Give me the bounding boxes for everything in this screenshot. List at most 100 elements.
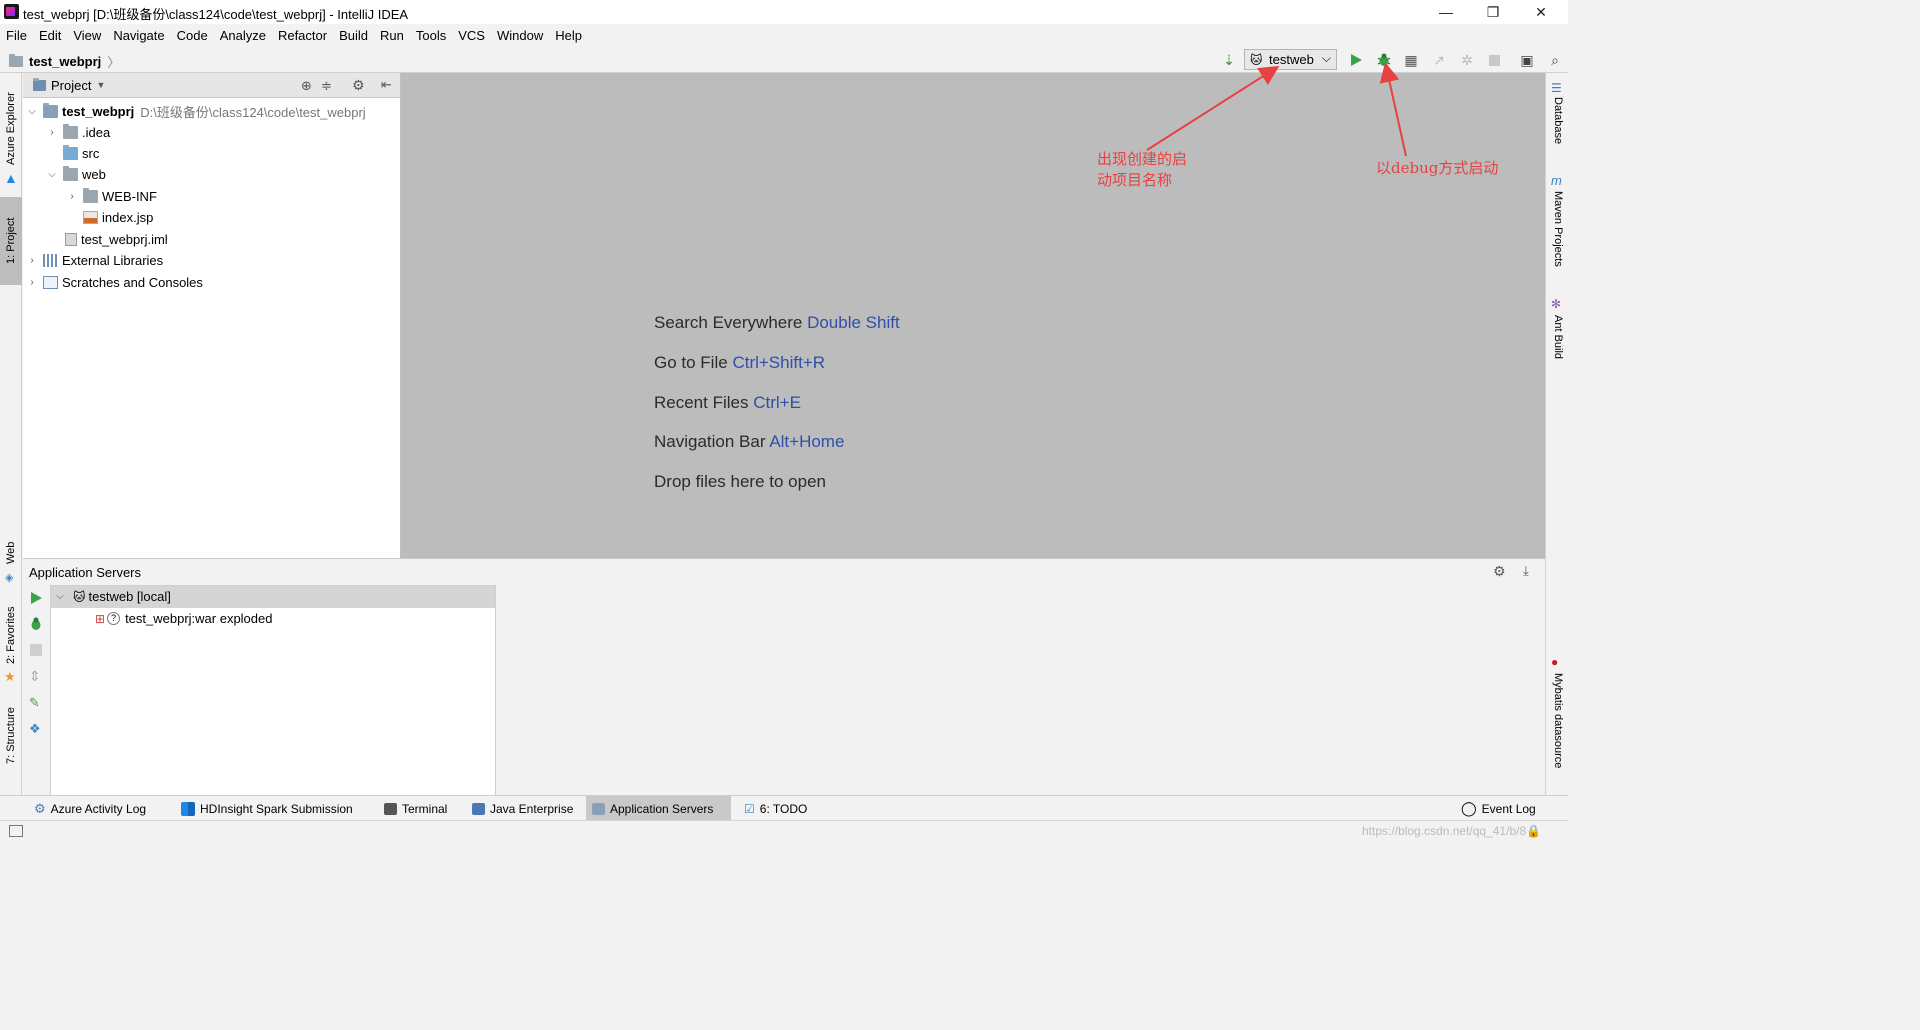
tree-item-label: WEB-INF (102, 189, 157, 204)
collapsed-chevron-icon[interactable]: › (45, 127, 59, 138)
tab-java-enterprise[interactable]: Java Enterprise (466, 796, 579, 821)
menu-vcs[interactable]: VCS (458, 28, 485, 43)
gear-icon[interactable]: ⚙ (352, 77, 365, 94)
run-triangle-icon (31, 592, 42, 604)
tree-item-src[interactable]: src (45, 143, 99, 164)
artifact-icon[interactable]: ❖ (29, 721, 41, 737)
menu-analyze[interactable]: Analyze (220, 28, 266, 43)
tab-structure[interactable]: 7: Structure (2, 701, 20, 771)
menu-edit[interactable]: Edit (39, 28, 61, 43)
hint-navigation-bar: Navigation Bar Alt+Home (654, 432, 845, 451)
close-button[interactable]: ✕ (1518, 0, 1564, 24)
locate-target-icon[interactable]: ⊕ (301, 78, 312, 94)
tab-azure-activity-log[interactable]: ⚙ Azure Activity Log (28, 796, 152, 821)
sort-hammer-icon[interactable]: ⇣ (1220, 51, 1238, 69)
lock-icon[interactable]: 🔒 (1526, 824, 1541, 838)
tree-item-root[interactable]: ⌵ test_webprj D:\班级备份\class124\code\test… (25, 101, 366, 122)
breadcrumb-project[interactable]: test_webprj (29, 54, 101, 69)
source-folder-icon (63, 145, 78, 160)
editor-area[interactable]: Search Everywhere Double Shift Go to Fil… (401, 73, 1545, 558)
run-server-icon[interactable] (29, 591, 43, 608)
database-icon: ☰ (1551, 81, 1562, 95)
tab-maven-projects[interactable]: Maven Projects (1549, 191, 1567, 281)
hide-panel-icon[interactable]: ⇤ (381, 77, 392, 93)
deploy-icon[interactable]: ⇕ (29, 668, 41, 685)
tab-hdinsight-spark[interactable]: HDInsight Spark Submission (175, 796, 359, 821)
annotation-config-name: 出现创建的启 动项目名称 (1097, 150, 1188, 189)
tree-item-iml[interactable]: test_webprj.iml (45, 229, 168, 250)
application-servers-toolbar: ⇕ ✎ ❖ (23, 585, 50, 796)
tree-item-index-jsp[interactable]: index.jsp (65, 207, 153, 228)
collapsed-chevron-icon[interactable]: › (25, 277, 39, 288)
tree-item-idea[interactable]: › .idea (45, 122, 110, 143)
expanded-chevron-icon[interactable]: ⌵ (53, 591, 67, 602)
project-structure-icon[interactable]: ▣ (1518, 51, 1536, 69)
tree-item-web[interactable]: ⌵ web (45, 164, 106, 185)
windows-icon (181, 801, 195, 816)
restore-button[interactable]: ❐ (1470, 0, 1516, 24)
artifact-label: test_webprj:war exploded (125, 611, 273, 626)
bug-icon (1377, 53, 1391, 66)
expanded-chevron-icon[interactable]: ⌵ (25, 106, 39, 117)
tab-web[interactable]: Web (2, 535, 20, 571)
tab-database[interactable]: Database (1549, 97, 1567, 153)
tab-azure-explorer[interactable]: Azure Explorer (2, 89, 20, 169)
attach-debugger-icon[interactable]: ✲ (1458, 51, 1476, 69)
tab-terminal[interactable]: Terminal (378, 796, 453, 821)
menu-view[interactable]: View (73, 28, 101, 43)
stop-server-icon[interactable] (30, 644, 42, 656)
tree-item-scratches[interactable]: › Scratches and Consoles (25, 272, 203, 293)
debug-icon[interactable] (1375, 51, 1393, 69)
expanded-chevron-icon[interactable]: ⌵ (45, 169, 59, 180)
project-view-title[interactable]: Project (51, 78, 91, 93)
folder-icon (63, 124, 78, 139)
coverage-icon[interactable]: ▦ (1402, 51, 1420, 69)
tree-item-label: Scratches and Consoles (62, 275, 203, 290)
project-panel: Project ▼ ⊕ ≑ ⚙ ⇤ ⌵ test_webprj D:\班级备份\… (23, 73, 401, 558)
menu-tools[interactable]: Tools (416, 28, 446, 43)
gear-icon[interactable]: ⚙ (1493, 563, 1506, 580)
menu-build[interactable]: Build (339, 28, 368, 43)
tab-todo[interactable]: ☑ 6: TODO (738, 796, 813, 821)
minimize-button[interactable]: — (1423, 0, 1469, 24)
toggle-tool-windows-icon[interactable] (9, 825, 23, 837)
server-icon (592, 802, 605, 815)
tab-ant-build[interactable]: Ant Build (1549, 315, 1567, 373)
menu-code[interactable]: Code (177, 28, 208, 43)
menu-run[interactable]: Run (380, 28, 404, 43)
breadcrumb[interactable]: test_webprj 〉 (9, 52, 120, 71)
menu-bar: File Edit View Navigate Code Analyze Ref… (0, 24, 1568, 46)
mybatis-icon: ● (1551, 655, 1559, 669)
search-icon[interactable]: ⌕ (1546, 51, 1564, 69)
tab-project[interactable]: 1: Project (0, 197, 22, 285)
tab-application-servers[interactable]: Application Servers (586, 796, 731, 821)
menu-window[interactable]: Window (497, 28, 543, 43)
tree-item-web-inf[interactable]: › WEB-INF (65, 186, 157, 207)
web-folder-icon (63, 166, 78, 181)
artifact-item[interactable]: ⊞ ? test_webprj:war exploded (95, 608, 272, 629)
hide-panel-icon[interactable]: ⤓ (1523, 563, 1529, 579)
debug-server-icon[interactable] (28, 616, 44, 635)
profile-icon[interactable]: ↗ (1430, 51, 1448, 69)
collapsed-chevron-icon[interactable]: › (65, 191, 79, 202)
tree-item-external-libraries[interactable]: › External Libraries (25, 250, 163, 271)
menu-navigate[interactable]: Navigate (113, 28, 164, 43)
edit-config-icon[interactable]: ✎ (29, 695, 40, 711)
run-configuration-select[interactable]: 🐱 testweb ⌵ (1244, 49, 1337, 70)
tab-mybatis-datasource[interactable]: Mybatis datasource (1549, 673, 1567, 783)
run-icon[interactable] (1347, 51, 1365, 69)
tree-item-label: index.jsp (102, 210, 154, 225)
star-icon: ★ (4, 669, 16, 684)
stop-icon[interactable] (1485, 51, 1503, 69)
menu-refactor[interactable]: Refactor (278, 28, 327, 43)
tab-favorites[interactable]: 2: Favorites (2, 601, 20, 669)
chevron-down-icon[interactable]: ▼ (96, 80, 105, 90)
menu-file[interactable]: File (6, 28, 27, 43)
menu-help[interactable]: Help (555, 28, 582, 43)
server-item-testweb[interactable]: ⌵ 🐱 testweb [local] (53, 586, 171, 607)
collapsed-chevron-icon[interactable]: › (25, 255, 39, 266)
project-view-icon (33, 77, 46, 91)
event-log-button[interactable]: ◯ Event Log (1455, 796, 1542, 821)
collapse-all-icon[interactable]: ≑ (321, 78, 332, 94)
tree-item-label: web (82, 167, 106, 182)
